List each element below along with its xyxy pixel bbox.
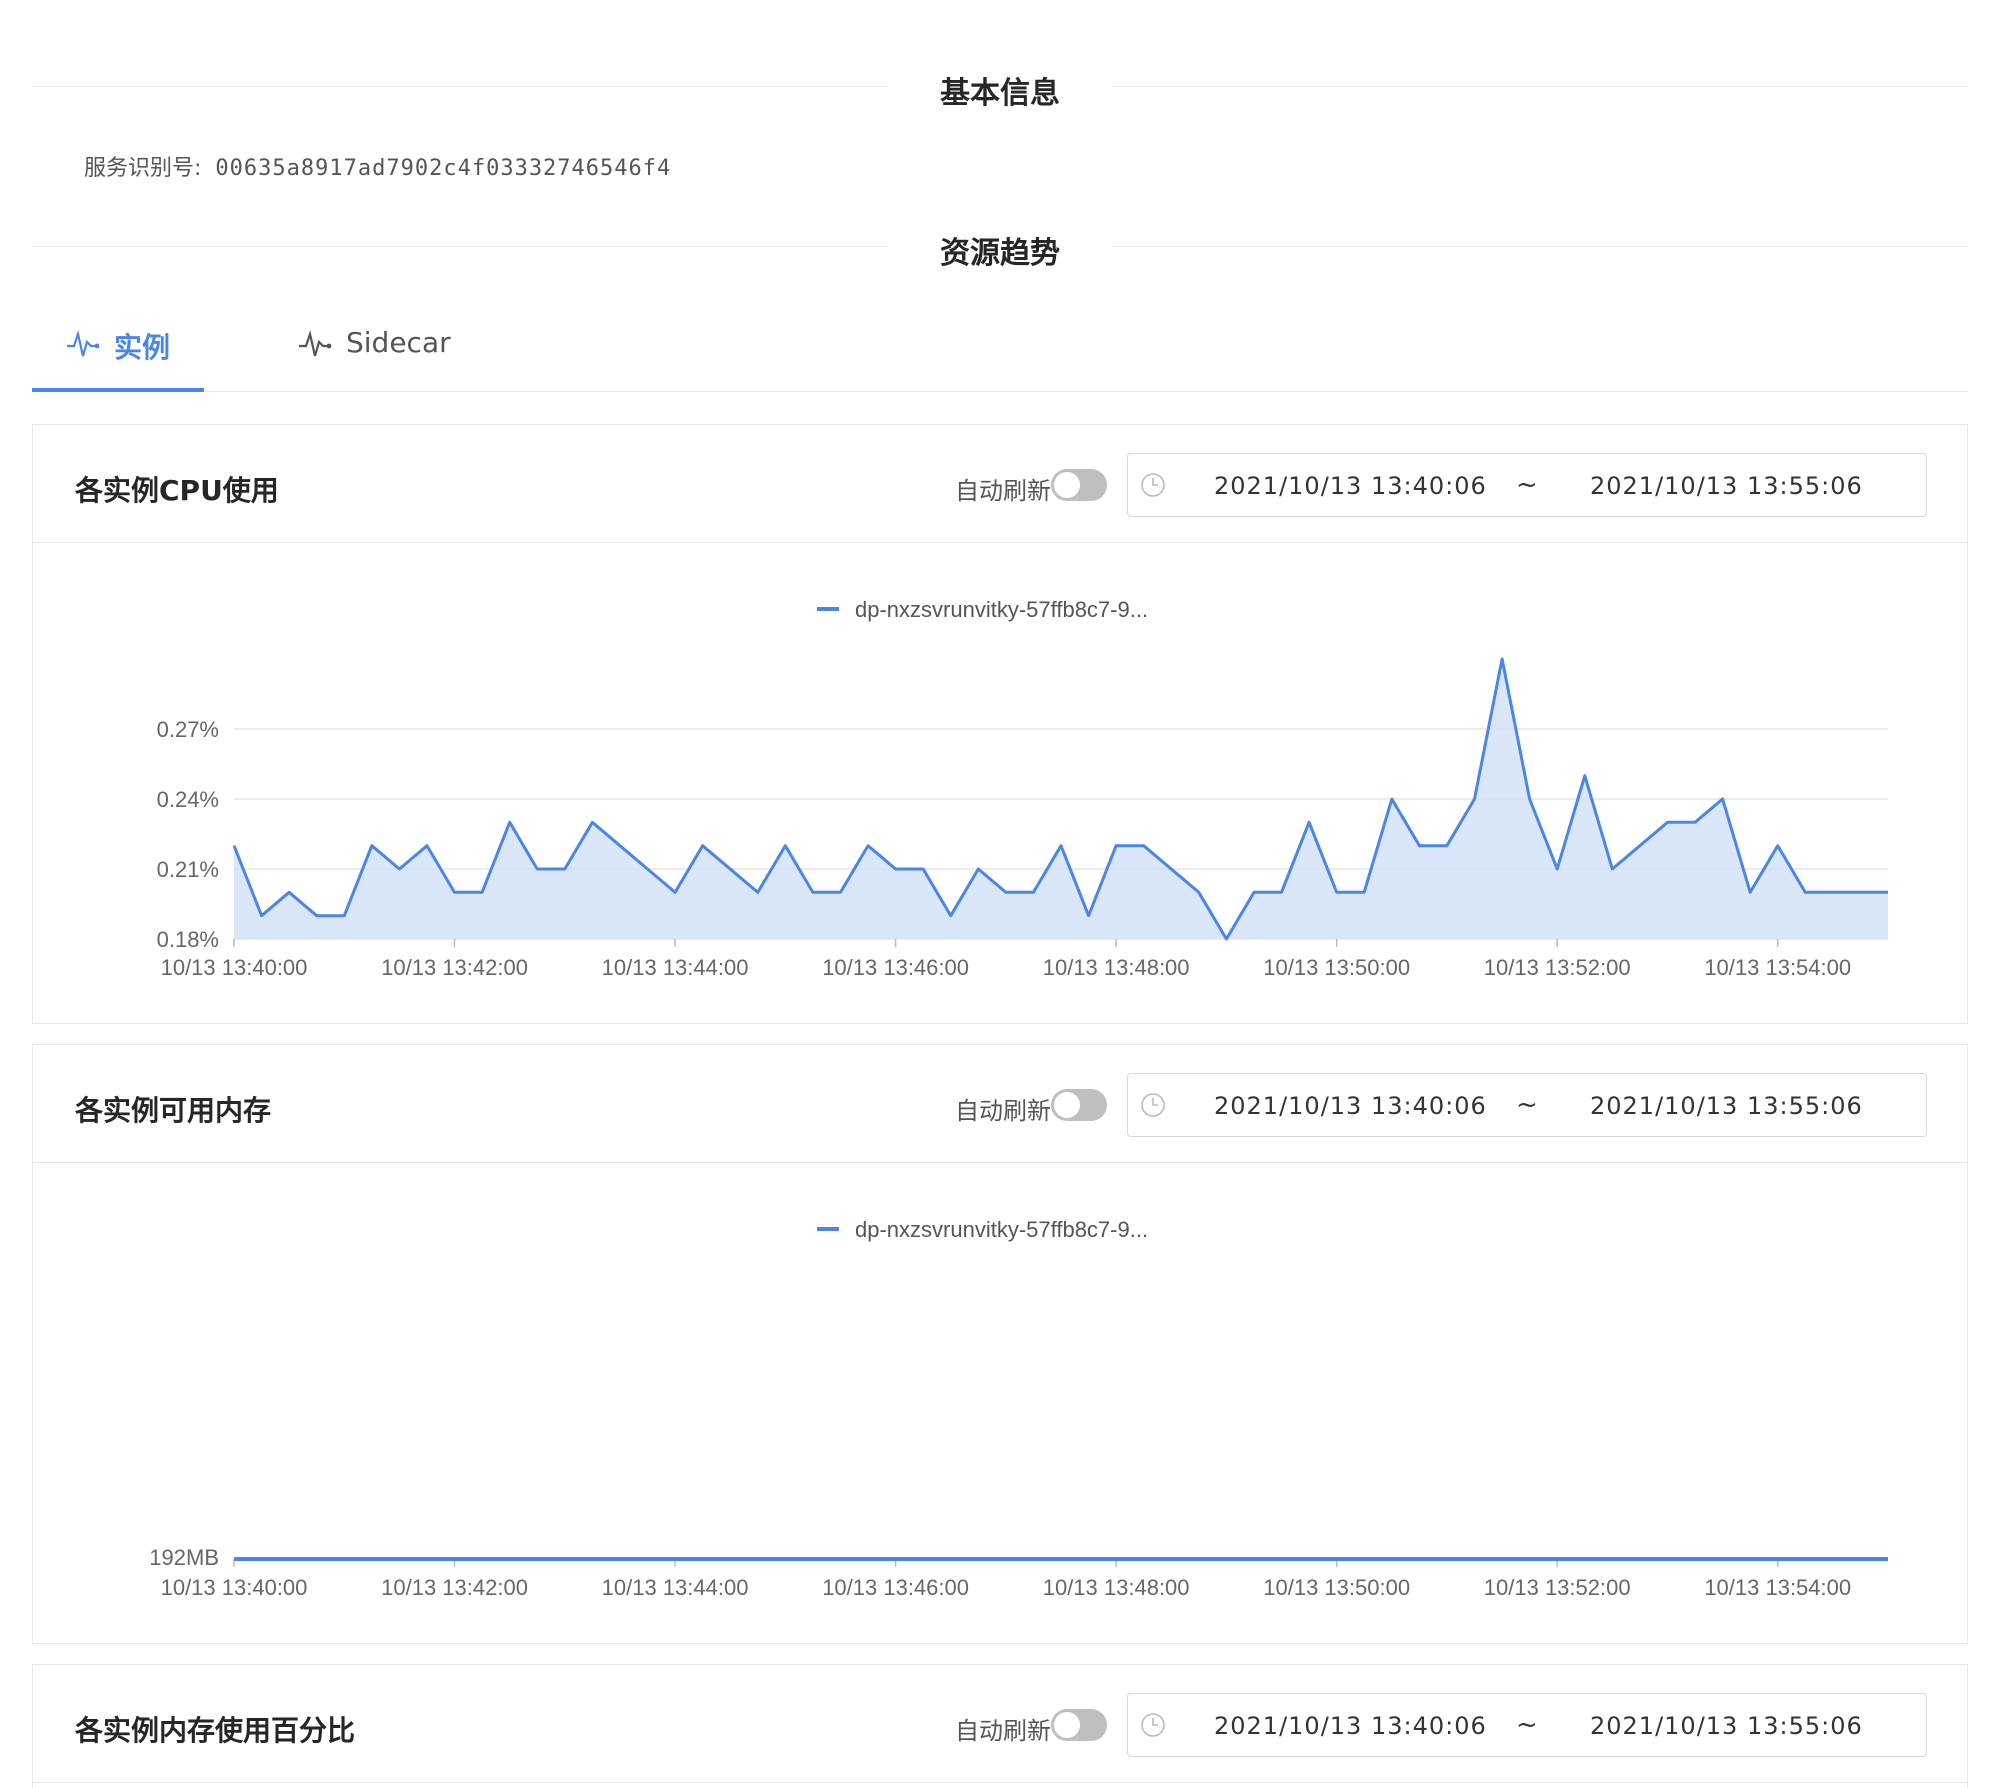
time-range-picker[interactable]: 2021/10/13 13:40:06 ~ 2021/10/13 13:55:0… [1127, 453, 1927, 517]
toggle-knob [1054, 1712, 1080, 1738]
card-title: 各实例可用内存 [75, 1094, 272, 1127]
active-tab-indicator [32, 388, 204, 392]
time-range-picker[interactable]: 2021/10/13 13:40:06 ~ 2021/10/13 13:55:0… [1127, 1693, 1927, 1757]
cpu-chart-svg: 0.18% 0.21% 0.24% 0.27% dp-nxzsvrunvitky-57f… [157, 597, 1888, 980]
x-tick-label: 10/13 13:42:00 [381, 1575, 528, 1600]
range-end[interactable]: 2021/10/13 13:55:06 [1590, 1712, 1863, 1740]
x-tick-label: 10/13 13:54:00 [1704, 1575, 1851, 1600]
basic-info-divider: 基本信息 [32, 66, 1968, 111]
resource-trend-title: 资源趋势 [940, 236, 1060, 271]
x-tick-label: 10/13 13:52:00 [1484, 1575, 1631, 1600]
pulse-icon [67, 330, 100, 357]
x-tick-label: 10/13 13:40:00 [161, 1575, 308, 1600]
legend-label: dp-nxzsvrunvitky-57ffb8c7-9... [855, 1217, 1148, 1242]
range-separator: ~ [1516, 1090, 1538, 1120]
range-separator: ~ [1516, 1710, 1538, 1740]
time-range-picker[interactable]: 2021/10/13 13:40:06 ~ 2021/10/13 13:55:0… [1127, 1073, 1927, 1137]
cpu-usage-card: 各实例CPU使用 自动刷新 2021/10/13 13:40:06 ~ 2021… [32, 424, 1968, 1024]
clock-icon [1141, 1093, 1165, 1117]
auto-refresh-label: 自动刷新 [955, 1097, 1051, 1125]
auto-refresh-label: 自动刷新 [955, 477, 1051, 505]
y-tick-label: 192MB [149, 1545, 219, 1570]
range-start[interactable]: 2021/10/13 13:40:06 [1214, 472, 1487, 500]
range-end[interactable]: 2021/10/13 13:55:06 [1590, 1092, 1863, 1120]
cpu-chart: 0.18% 0.21% 0.24% 0.27% dp-nxzsvrunvitky-57f… [33, 543, 1967, 1028]
x-tick-label: 10/13 13:40:00 [161, 955, 308, 980]
auto-refresh-toggle[interactable] [1051, 1089, 1107, 1121]
x-tick-label: 10/13 13:54:00 [1704, 955, 1851, 980]
memory-percent-card: 各实例内存使用百分比 自动刷新 2021/10/13 13:40:06 ~ 20… [32, 1664, 1968, 1788]
y-tick-label: 0.18% [157, 927, 219, 952]
auto-refresh-toggle[interactable] [1051, 469, 1107, 501]
x-tick-label: 10/13 13:44:00 [602, 1575, 749, 1600]
tab-sidecar[interactable]: Sidecar [298, 326, 451, 390]
tab-label: 实例 [114, 331, 171, 364]
divider-line [32, 86, 888, 87]
card-header: 各实例可用内存 自动刷新 2021/10/13 13:40:06 ~ 2021/… [33, 1045, 1967, 1163]
toggle-knob [1054, 1092, 1080, 1118]
y-tick-label: 0.21% [157, 857, 219, 882]
basic-info-title: 基本信息 [940, 76, 1060, 111]
card-header: 各实例CPU使用 自动刷新 2021/10/13 13:40:06 ~ 2021… [33, 425, 1967, 543]
divider-line [1112, 86, 1968, 87]
x-tick-label: 10/13 13:52:00 [1484, 955, 1631, 980]
toggle-knob [1054, 472, 1080, 498]
service-id-row: 服务识别号: 00635a8917ad7902c4f03332746546f4 [84, 150, 671, 182]
resource-tabs: 实例 Sidecar [32, 310, 1968, 392]
card-title: 各实例CPU使用 [75, 474, 279, 507]
chart-legend[interactable]: dp-nxzsvrunvitky-57ffb8c7-9... [817, 597, 1148, 622]
tab-instance[interactable]: 实例 [66, 326, 170, 390]
memory-chart-svg: 192MB dp-nxzsvrunvitky-57ffb8c7-9... 10/13… [149, 1217, 1888, 1600]
memory-chart: 192MB dp-nxzsvrunvitky-57ffb8c7-9... 10/13… [33, 1163, 1967, 1648]
resource-trend-divider: 资源趋势 [32, 226, 1968, 271]
range-start[interactable]: 2021/10/13 13:40:06 [1214, 1092, 1487, 1120]
range-end[interactable]: 2021/10/13 13:55:06 [1590, 472, 1863, 500]
y-tick-label: 0.24% [157, 787, 219, 812]
x-tick-label: 10/13 13:50:00 [1263, 955, 1410, 980]
available-memory-card: 各实例可用内存 自动刷新 2021/10/13 13:40:06 ~ 2021/… [32, 1044, 1968, 1644]
range-separator: ~ [1516, 470, 1538, 500]
auto-refresh-toggle[interactable] [1051, 1709, 1107, 1741]
x-tick-label: 10/13 13:48:00 [1043, 1575, 1190, 1600]
x-tick-label: 10/13 13:48:00 [1043, 955, 1190, 980]
divider-line [1112, 246, 1968, 247]
clock-icon [1141, 1713, 1165, 1737]
tab-label: Sidecar [346, 326, 451, 359]
legend-label: dp-nxzsvrunvitky-57ffb8c7-9... [855, 597, 1148, 622]
service-id-value: 00635a8917ad7902c4f03332746546f4 [215, 156, 672, 181]
auto-refresh-label: 自动刷新 [955, 1717, 1051, 1745]
x-tick-label: 10/13 13:46:00 [822, 955, 969, 980]
x-tick-label: 10/13 13:42:00 [381, 955, 528, 980]
pulse-icon [299, 330, 332, 357]
x-tick-label: 10/13 13:44:00 [602, 955, 749, 980]
clock-icon [1141, 473, 1165, 497]
chart-legend[interactable]: dp-nxzsvrunvitky-57ffb8c7-9... [817, 1217, 1148, 1242]
range-start[interactable]: 2021/10/13 13:40:06 [1214, 1712, 1487, 1740]
x-tick-label: 10/13 13:50:00 [1263, 1575, 1410, 1600]
card-header: 各实例内存使用百分比 自动刷新 2021/10/13 13:40:06 ~ 20… [33, 1665, 1967, 1783]
service-id-label: 服务识别号: [84, 156, 202, 181]
divider-line [32, 246, 888, 247]
card-title: 各实例内存使用百分比 [75, 1714, 356, 1747]
x-tick-label: 10/13 13:46:00 [822, 1575, 969, 1600]
y-tick-label: 0.27% [157, 717, 219, 742]
